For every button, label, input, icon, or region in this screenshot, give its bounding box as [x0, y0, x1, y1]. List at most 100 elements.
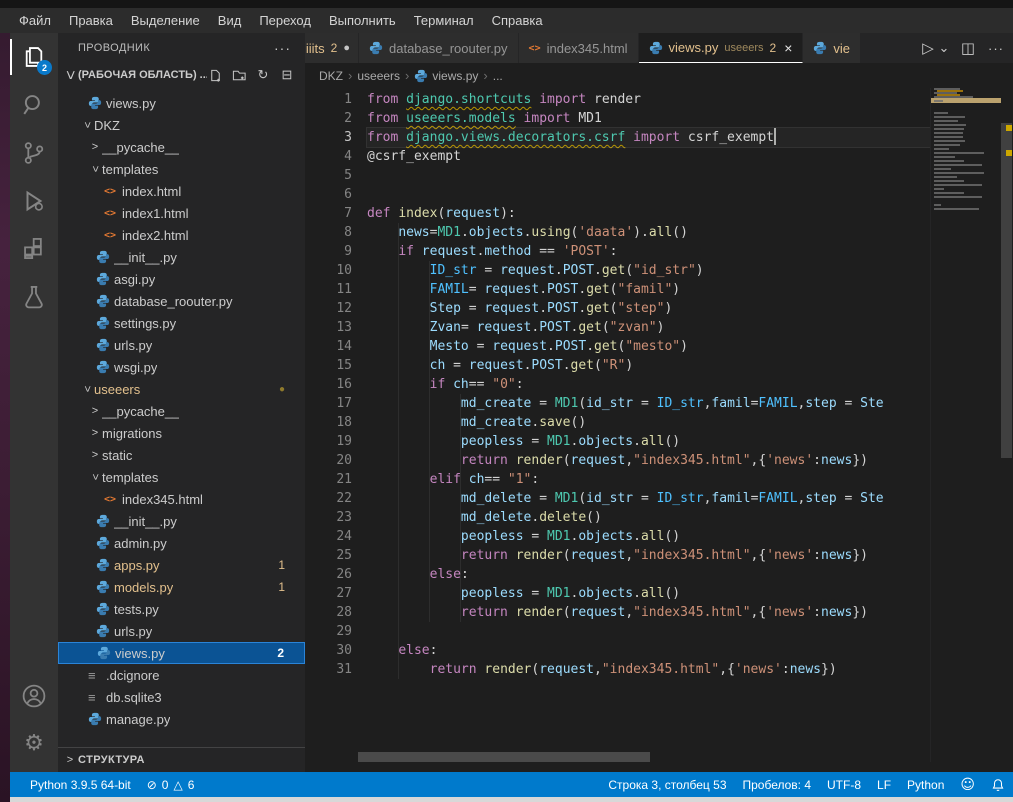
code-line-2[interactable]: from useeers.models import MD1 [367, 109, 930, 128]
settings-button[interactable]: ⚙ [10, 720, 58, 768]
feedback-icon[interactable]: ☺ [952, 772, 983, 797]
tree-item-__init__.py[interactable]: __init__.py [58, 510, 305, 532]
code-line-7[interactable]: def index(request): [367, 204, 930, 223]
tree-item-__init__.py[interactable]: __init__.py [58, 246, 305, 268]
tree-item-manage.py[interactable]: manage.py [58, 708, 305, 730]
tree-item-urls.py[interactable]: urls.py [58, 334, 305, 356]
horizontal-scrollbar-thumb[interactable] [358, 752, 650, 762]
menu-item-терминал[interactable]: Терминал [405, 13, 483, 28]
code-line-31[interactable]: return render(request,"index345.html",{'… [367, 660, 930, 679]
extensions-activity-button[interactable] [10, 225, 58, 273]
code-line-30[interactable]: else: [367, 641, 930, 660]
code-line-11[interactable]: FAMIL= request.POST.get("famil") [367, 280, 930, 299]
tree-item-index1.html[interactable]: <>index1.html [58, 202, 305, 224]
tree-item-templates[interactable]: >templates [58, 158, 305, 180]
tree-item-wsgi.py[interactable]: wsgi.py [58, 356, 305, 378]
code-line-14[interactable]: Mesto = request.POST.get("mesto") [367, 337, 930, 356]
code-line-19[interactable]: peopless = MD1.objects.all() [367, 432, 930, 451]
code-line-24[interactable]: peopless = MD1.objects.all() [367, 527, 930, 546]
tree-item-db.sqlite3[interactable]: ≡db.sqlite3 [58, 686, 305, 708]
code-line-18[interactable]: md_create.save() [367, 413, 930, 432]
cursor-position-status[interactable]: Строка 3, столбец 53 [600, 772, 734, 797]
tree-item-apps.py[interactable]: apps.py1 [58, 554, 305, 576]
code-line-26[interactable]: else: [367, 565, 930, 584]
new-file-icon[interactable] [207, 67, 223, 83]
menu-item-файл[interactable]: Файл [10, 13, 60, 28]
code-line-3[interactable]: from django.views.decorators.csrf import… [367, 128, 930, 147]
menu-item-справка[interactable]: Справка [483, 13, 552, 28]
explorer-activity-button[interactable]: 2 [10, 33, 58, 81]
breadcrumb-item-DKZ[interactable]: DKZ [319, 69, 343, 83]
code-line-13[interactable]: Zvan= request.POST.get("zvan") [367, 318, 930, 337]
code-line-17[interactable]: md_create = MD1(id_str = ID_str,famil=FA… [367, 394, 930, 413]
run-dropdown-icon[interactable]: ⌄ [939, 39, 949, 57]
code-line-20[interactable]: return render(request,"index345.html",{'… [367, 451, 930, 470]
tab-views.py[interactable]: views.pyuseeers2× [639, 33, 804, 63]
language-mode-status[interactable]: Python [899, 772, 952, 797]
problems-status[interactable]: ⊘0 △6 [139, 772, 203, 797]
menu-item-выделение[interactable]: Выделение [122, 13, 209, 28]
run-python-file-icon[interactable]: ▷ [919, 39, 937, 57]
code-line-21[interactable]: elif ch== "1": [367, 470, 930, 489]
close-icon[interactable]: × [784, 40, 792, 56]
tab-diiits[interactable]: diiits2● [305, 33, 359, 63]
code-line-27[interactable]: peopless = MD1.objects.all() [367, 584, 930, 603]
refresh-icon[interactable]: ↻ [255, 67, 271, 83]
split-editor-icon[interactable]: ◫ [959, 39, 977, 57]
tree-item-__pycache__[interactable]: >__pycache__ [58, 136, 305, 158]
code-line-28[interactable]: return render(request,"index345.html",{'… [367, 603, 930, 622]
workspace-section-header[interactable]: > (РАБОЧАЯ ОБЛАСТЬ) ... ↻ ⊟ [58, 63, 305, 87]
menu-item-выполнить[interactable]: Выполнить [320, 13, 405, 28]
code-line-4[interactable]: @csrf_exempt [367, 147, 930, 166]
tree-item-settings.py[interactable]: settings.py [58, 312, 305, 334]
tree-item-__pycache__[interactable]: >__pycache__ [58, 400, 305, 422]
tree-item-tests.py[interactable]: tests.py [58, 598, 305, 620]
tree-item-views.py[interactable]: views.py2 [58, 642, 305, 664]
tree-item-admin.py[interactable]: admin.py [58, 532, 305, 554]
tree-item-models.py[interactable]: models.py1 [58, 576, 305, 598]
explorer-more-actions[interactable]: ··· [274, 40, 291, 56]
code-line-10[interactable]: ID_str = request.POST.get("id_str") [367, 261, 930, 280]
code-line-12[interactable]: Step = request.POST.get("step") [367, 299, 930, 318]
breadcrumb-item-...[interactable]: ... [493, 69, 503, 83]
python-interpreter-status[interactable]: Python 3.9.5 64-bit [10, 772, 139, 797]
code-line-6[interactable] [367, 185, 930, 204]
breadcrumb-item-views.py[interactable]: views.py [414, 69, 478, 83]
code-line-23[interactable]: md_delete.delete() [367, 508, 930, 527]
code-line-15[interactable]: ch = request.POST.get("R") [367, 356, 930, 375]
tree-item-static[interactable]: >static [58, 444, 305, 466]
tree-item-index.html[interactable]: <>index.html [58, 180, 305, 202]
tree-item-database_roouter.py[interactable]: database_roouter.py [58, 290, 305, 312]
minimap[interactable] [930, 88, 1001, 762]
menu-item-вид[interactable]: Вид [209, 13, 251, 28]
encoding-status[interactable]: UTF-8 [819, 772, 869, 797]
outline-section-header[interactable]: > СТРУКТУРА [58, 747, 305, 772]
testing-activity-button[interactable] [10, 273, 58, 321]
search-activity-button[interactable] [10, 81, 58, 129]
tree-item-DKZ[interactable]: >DKZ [58, 114, 305, 136]
tree-item-.dcignore[interactable]: ≡.dcignore [58, 664, 305, 686]
tree-item-useeers[interactable]: >useeers● [58, 378, 305, 400]
menu-item-правка[interactable]: Правка [60, 13, 122, 28]
tab-index345.html[interactable]: <>index345.html [519, 33, 639, 63]
menu-item-переход[interactable]: Переход [250, 13, 320, 28]
tab-database_roouter.py[interactable]: database_roouter.py [359, 33, 519, 63]
run-debug-activity-button[interactable] [10, 177, 58, 225]
tab-vie[interactable]: vie [803, 33, 861, 63]
code-editor[interactable]: 1234567891011121314151617181920212223242… [305, 88, 930, 762]
vertical-scrollbar-thumb[interactable] [1001, 123, 1012, 458]
tree-item-index345.html[interactable]: <>index345.html [58, 488, 305, 510]
code-line-22[interactable]: md_delete = MD1(id_str = ID_str,famil=FA… [367, 489, 930, 508]
new-folder-icon[interactable] [231, 67, 247, 83]
code-line-8[interactable]: news=MD1.objects.using('daata').all() [367, 223, 930, 242]
code-line-29[interactable] [367, 622, 930, 641]
source-control-activity-button[interactable] [10, 129, 58, 177]
vertical-scrollbar[interactable] [1000, 88, 1013, 762]
collapse-all-icon[interactable]: ⊟ [279, 67, 295, 83]
more-actions-icon[interactable]: ··· [987, 39, 1005, 57]
eol-status[interactable]: LF [869, 772, 899, 797]
tree-item-templates[interactable]: >templates [58, 466, 305, 488]
tree-item-asgi.py[interactable]: asgi.py [58, 268, 305, 290]
tree-item-views.py[interactable]: views.py [58, 92, 305, 114]
breadcrumb-item-useeers[interactable]: useeers [357, 69, 400, 83]
